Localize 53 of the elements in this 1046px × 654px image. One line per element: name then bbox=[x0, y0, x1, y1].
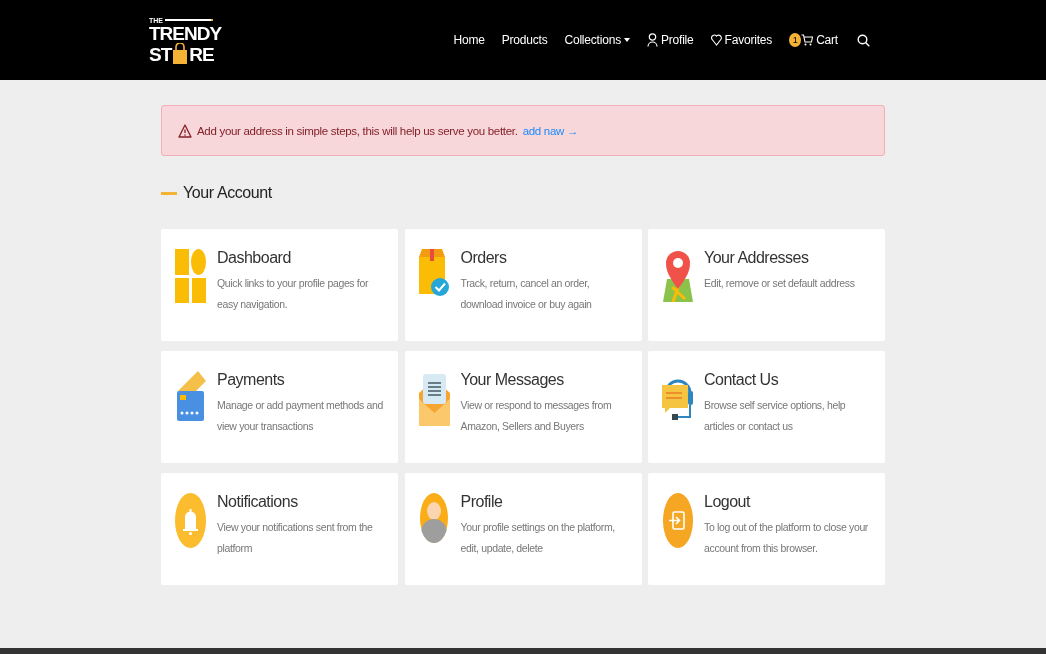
nav-link[interactable]: Favorites bbox=[710, 33, 773, 47]
account-card[interactable]: Your Messages View or respond to messages from Amazon, Sellers and Buyers bbox=[404, 351, 642, 463]
card-title: Orders bbox=[460, 249, 508, 267]
logo-text: TRENDY bbox=[149, 23, 222, 43]
user-icon bbox=[646, 33, 658, 47]
card-description: Your profile settings on the platform, edit, update, delete bbox=[460, 520, 616, 556]
account-card[interactable]: Dashboard Quick links to your profile pages for easy navigation. bbox=[161, 229, 398, 341]
logo-text: RE bbox=[189, 44, 214, 64]
card-title: Logout bbox=[704, 493, 752, 511]
card-title: Your Messages bbox=[460, 371, 565, 389]
alert-message: Add your address in simple steps, this will help us serve you better. bbox=[197, 124, 518, 137]
card-title: Profile bbox=[460, 493, 504, 511]
card-description: View or respond to messages from Amazon, Sellers and Buyers bbox=[460, 398, 613, 434]
logo-text: ST bbox=[149, 44, 172, 64]
cart-icon bbox=[801, 34, 814, 46]
account-card[interactable]: Contact Us Browse self service options, help articles or contact us bbox=[648, 351, 885, 463]
nav-link[interactable]: 1 Cart bbox=[789, 33, 838, 47]
account-card[interactable]: Your Addresses Edit, remove or set default address bbox=[648, 229, 885, 341]
card-description: View your notifications sent from the platform bbox=[217, 520, 374, 556]
heart-icon bbox=[710, 34, 722, 46]
account-card[interactable]: Logout To log out of the platform to close your account from this browser. bbox=[648, 473, 885, 585]
card-title: Dashboard bbox=[217, 249, 292, 267]
logout-icon bbox=[662, 493, 693, 548]
card-title: Your Addresses bbox=[704, 249, 810, 267]
bell-icon bbox=[175, 493, 206, 548]
shopping-bag-icon bbox=[172, 42, 189, 64]
account-card[interactable]: Notifications View your notifications sent from the platform bbox=[161, 473, 398, 585]
envelope-letter-icon bbox=[418, 371, 450, 426]
card-title: Notifications bbox=[217, 493, 299, 511]
card-description: Edit, remove or set default address bbox=[704, 276, 855, 291]
cart-count-badge: 1 bbox=[789, 33, 802, 47]
card-description: Track, return, cancel an order, download invoice or buy again bbox=[460, 276, 593, 312]
credit-card-icon bbox=[175, 371, 206, 421]
account-card[interactable]: Payments Manage or add payment methods and view your transactions bbox=[161, 351, 398, 463]
account-card[interactable]: Orders Track, return, cancel an order, download invoice or buy again bbox=[404, 229, 642, 341]
tiles-icon bbox=[175, 249, 206, 303]
search-icon[interactable] bbox=[857, 33, 870, 47]
card-title: Contact Us bbox=[704, 371, 780, 389]
card-title: Payments bbox=[217, 371, 286, 389]
section-heading: Your Account bbox=[183, 184, 272, 202]
card-description: Manage or add payment methods and view your transactions bbox=[217, 398, 384, 434]
nav-link[interactable]: Products bbox=[501, 33, 548, 47]
map-pin-icon bbox=[662, 249, 693, 302]
card-description: To log out of the platform to close your account from this browser. bbox=[704, 520, 869, 556]
card-description: Quick links to your profile pages for easy navigation. bbox=[217, 276, 370, 312]
nav-link[interactable]: Home bbox=[453, 33, 485, 47]
account-card[interactable]: Profile Your profile settings on the platform, edit, update, delete bbox=[404, 473, 642, 585]
nav-link[interactable]: Collections bbox=[564, 33, 630, 47]
nav-link[interactable]: Profile bbox=[646, 33, 694, 47]
caret-icon bbox=[623, 38, 630, 42]
warning-icon bbox=[178, 123, 192, 138]
user-avatar-icon bbox=[420, 493, 448, 543]
card-description: Browse self service options, help articles or contact us bbox=[704, 398, 847, 434]
